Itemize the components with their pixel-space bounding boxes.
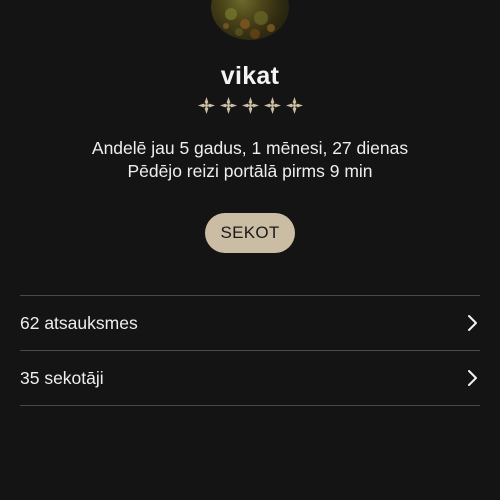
rating-star-icon	[285, 96, 303, 115]
avatar[interactable]	[211, 0, 289, 40]
reviews-link-label: 62 atsauksmes	[20, 312, 138, 333]
rating-star-icon	[263, 96, 281, 115]
followers-link-label: 35 sekotāji	[20, 367, 104, 388]
last-seen-text: Pēdējo reizi portālā pirms 9 min	[127, 161, 373, 181]
rating-star-icon	[241, 96, 259, 115]
member-since-text: Andelē jau 5 gadus, 1 mēnesi, 27 dienas	[91, 138, 409, 158]
rating-star-icon	[197, 96, 215, 115]
divider	[20, 405, 480, 406]
reviews-link[interactable]: 62 atsauksmes	[20, 296, 480, 350]
avatar-image	[223, 8, 275, 39]
chevron-right-icon	[468, 370, 477, 386]
username: vikat	[220, 62, 280, 90]
followers-link[interactable]: 35 sekotāji	[20, 351, 480, 405]
rating-stars	[0, 96, 500, 115]
follow-button[interactable]: SEKOT	[205, 213, 295, 253]
profile-page: vikat Andelē jau 5 gadus, 1 mēnesi, 27 d…	[0, 0, 500, 500]
chevron-right-icon	[468, 315, 477, 331]
rating-star-icon	[219, 96, 237, 115]
